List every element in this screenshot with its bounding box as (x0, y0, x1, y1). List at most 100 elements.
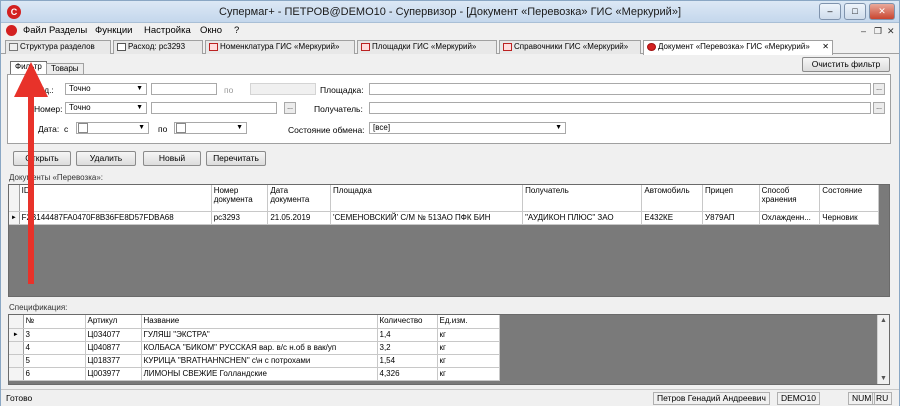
status-text: Готово (6, 393, 33, 403)
spec-scrollbar[interactable]: ▲ ▼ (877, 315, 889, 384)
cell-date[interactable]: 21.05.2019 (267, 211, 331, 225)
tab-filter[interactable]: Фильтр (10, 61, 47, 75)
cell-site[interactable]: 'СЕМЕНОВСКИЙ' С/М № 513АО ПФК БИН (330, 211, 524, 225)
delete-button[interactable]: Удалить (76, 151, 136, 166)
cell-name[interactable]: КОЛБАСА "БИКОМ" РУССКАЯ вар. в/с н.об в … (141, 341, 378, 355)
table-row[interactable]: ► F2B144487FA0470F8B36FE8D57FDBA68 рс329… (9, 211, 879, 225)
column-header-unit[interactable]: Ед.изм. (437, 315, 500, 329)
cell-name[interactable]: ЛИМОНЫ СВЕЖИЕ Голландские (141, 367, 378, 381)
column-header-storage[interactable]: Способ хранения (759, 185, 821, 212)
cell-n[interactable]: 6 (23, 367, 86, 381)
cell-receiver[interactable]: "АУДИКОН ПЛЮС" ЗАО (522, 211, 643, 225)
id-mode-select[interactable]: Точно ▼ (65, 83, 147, 95)
tab-sites[interactable]: Площадки ГИС «Меркурий» (357, 40, 497, 54)
reread-button[interactable]: Перечитать (206, 151, 266, 166)
site-input[interactable] (369, 83, 871, 95)
menu-functions[interactable]: Функции (95, 25, 132, 36)
number-mode-select[interactable]: Точно ▼ (65, 102, 147, 114)
mdi-restore-button[interactable]: ❐ (874, 26, 882, 37)
id-from-input[interactable] (151, 83, 217, 95)
clear-filter-button[interactable]: Очистить фильтр (802, 57, 890, 72)
date-label: Дата: (38, 124, 60, 134)
mdi-close-button[interactable]: ✕ (887, 26, 895, 37)
cell-state[interactable]: Черновик (819, 211, 879, 225)
tab-directories[interactable]: Справочники ГИС «Меркурий» (499, 40, 641, 54)
maximize-button[interactable]: □ (844, 3, 866, 20)
table-row[interactable]: 5 Ц018377 КУРИЦА "BRATHAHNCHEN" с\н с по… (9, 354, 500, 368)
cell-name[interactable]: КУРИЦА "BRATHAHNCHEN" с\н с потрохами (141, 354, 378, 368)
cell-trailer[interactable]: У879АП (702, 211, 760, 225)
table-row[interactable]: 4 Ц040877 КОЛБАСА "БИКОМ" РУССКАЯ вар. в… (9, 341, 500, 355)
number-input[interactable] (151, 102, 277, 114)
date-from-checkbox[interactable] (78, 123, 88, 133)
cell-n[interactable]: 4 (23, 341, 86, 355)
receiver-lookup-button[interactable]: ... (873, 102, 885, 114)
receiver-input[interactable] (369, 102, 871, 114)
column-header-site[interactable]: Площадка (330, 185, 524, 212)
date-to-checkbox[interactable] (176, 123, 186, 133)
tab-expense[interactable]: Расход: рс3293 (113, 40, 203, 54)
exchange-state-select[interactable]: [все] ▼ (369, 122, 566, 134)
table-row[interactable]: 6 Ц003977 ЛИМОНЫ СВЕЖИЕ Голландские 4,32… (9, 367, 500, 381)
mdi-minimize-button[interactable]: – (861, 26, 866, 36)
cell-car[interactable]: Е432КЕ (641, 211, 704, 225)
chevron-down-icon: ▼ (136, 104, 143, 111)
column-header-number[interactable]: Номер документа (211, 185, 269, 212)
column-header-trailer[interactable]: Прицеп (702, 185, 760, 212)
site-lookup-button[interactable]: ... (873, 83, 885, 95)
column-header-date[interactable]: Дата документа (267, 185, 331, 212)
menu-sections[interactable]: Разделы (49, 25, 87, 36)
number-lookup-button[interactable]: ... (284, 102, 296, 114)
cell-article[interactable]: Ц034077 (85, 328, 142, 342)
cell-article[interactable]: Ц003977 (85, 367, 142, 381)
column-header-id[interactable]: ID (19, 185, 212, 212)
filter-panel: Ид.: Точно ▼ по Номер: Точно ▼ ... Дата: с… (7, 74, 891, 144)
mdi-app-icon[interactable] (6, 25, 17, 36)
scroll-up-icon[interactable]: ▲ (878, 315, 889, 326)
cell-article[interactable]: Ц018377 (85, 354, 142, 368)
menu-file[interactable]: Файл (23, 25, 46, 36)
column-header-car[interactable]: Автомобиль (641, 185, 704, 212)
new-button[interactable]: Новый (143, 151, 201, 166)
tab-structure[interactable]: Структура разделов (5, 40, 111, 54)
cell-qty[interactable]: 4,326 (377, 367, 438, 381)
tab-transport-document[interactable]: Документ «Перевозка» ГИС «Меркурий» ✕ (643, 40, 833, 55)
menu-window[interactable]: Окно (200, 25, 222, 36)
column-header-receiver[interactable]: Получатель (522, 185, 643, 212)
open-button[interactable]: Открыть (13, 151, 71, 166)
cell-n[interactable]: 5 (23, 354, 86, 368)
cell-storage[interactable]: Охлажденн... (759, 211, 821, 225)
column-header-n[interactable]: № (23, 315, 86, 329)
id-mode-value: Точно (69, 84, 91, 93)
close-icon[interactable]: ✕ (822, 41, 829, 53)
cell-unit[interactable]: кг (437, 354, 500, 368)
document-tabstrip: Структура разделов Расход: рс3293 Номенк… (1, 39, 899, 55)
cell-qty[interactable]: 3,2 (377, 341, 438, 355)
tab-nomenclature[interactable]: Номенклатура ГИС «Меркурий» (205, 40, 355, 54)
id-label: Ид.: (38, 85, 54, 95)
window-title: Супермаг+ - ПЕТРОВ@DEMO10 - Супервизор -… (219, 6, 681, 18)
cell-qty[interactable]: 1,54 (377, 354, 438, 368)
column-header-qty[interactable]: Количество (377, 315, 438, 329)
table-row[interactable]: ► 3 Ц034077 ГУЛЯШ "ЭКСТРА" 1,4 кг (9, 328, 500, 342)
cell-unit[interactable]: кг (437, 341, 500, 355)
cell-id[interactable]: F2B144487FA0470F8B36FE8D57FDBA68 (19, 211, 212, 225)
close-button[interactable]: ✕ (869, 3, 895, 20)
menu-help[interactable]: ? (234, 25, 239, 36)
scroll-down-icon[interactable]: ▼ (878, 373, 889, 384)
cell-unit[interactable]: кг (437, 328, 500, 342)
cell-qty[interactable]: 1,4 (377, 328, 438, 342)
cell-name[interactable]: ГУЛЯШ "ЭКСТРА" (141, 328, 378, 342)
cell-unit[interactable]: кг (437, 367, 500, 381)
cell-n[interactable]: 3 (23, 328, 86, 342)
row-indicator-header (9, 315, 24, 329)
row-indicator-header (9, 185, 20, 212)
column-header-state[interactable]: Состояние (819, 185, 879, 212)
tab-label: Расход: рс3293 (128, 42, 186, 51)
cell-article[interactable]: Ц040877 (85, 341, 142, 355)
minimize-button[interactable]: – (819, 3, 841, 20)
cell-number[interactable]: рс3293 (211, 211, 269, 225)
column-header-article[interactable]: Артикул (85, 315, 142, 329)
column-header-name[interactable]: Название (141, 315, 378, 329)
menu-settings[interactable]: Настройка (144, 25, 191, 36)
